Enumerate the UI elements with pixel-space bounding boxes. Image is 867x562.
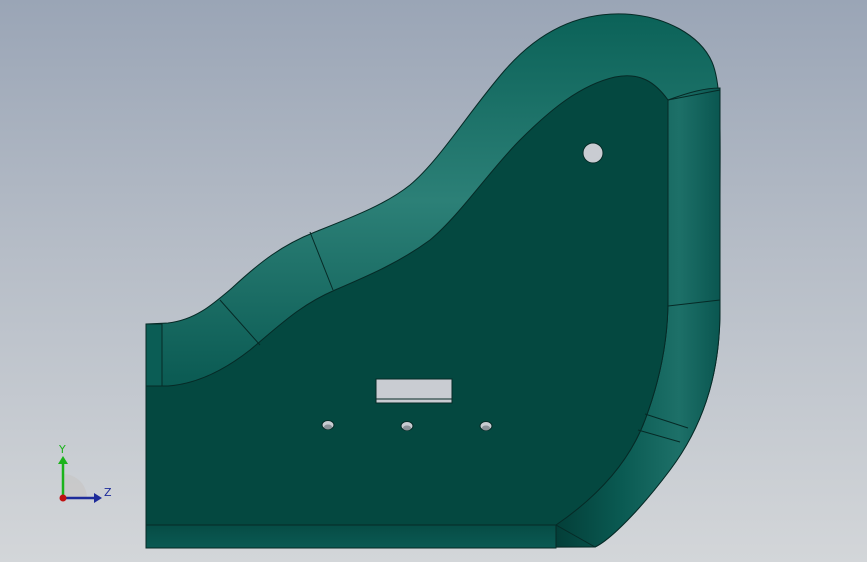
left-end-cap — [145, 323, 163, 387]
z-axis-label: Z — [104, 486, 112, 499]
part-model[interactable] — [0, 0, 867, 562]
mounting-hole[interactable] — [582, 142, 604, 164]
y-axis-arrow-icon — [58, 456, 68, 464]
x-axis-point-icon — [59, 494, 67, 502]
graphics-viewport[interactable]: Y Z — [0, 0, 867, 562]
coordinate-triad: Y Z — [58, 443, 112, 503]
triad-plane-quadrant — [63, 474, 87, 498]
small-hole[interactable] — [479, 421, 493, 431]
small-hole[interactable] — [400, 421, 414, 431]
bottom-flange — [145, 524, 557, 549]
small-hole[interactable] — [321, 420, 335, 430]
z-axis-arrow-icon — [94, 493, 102, 503]
y-axis-label: Y — [58, 443, 66, 456]
